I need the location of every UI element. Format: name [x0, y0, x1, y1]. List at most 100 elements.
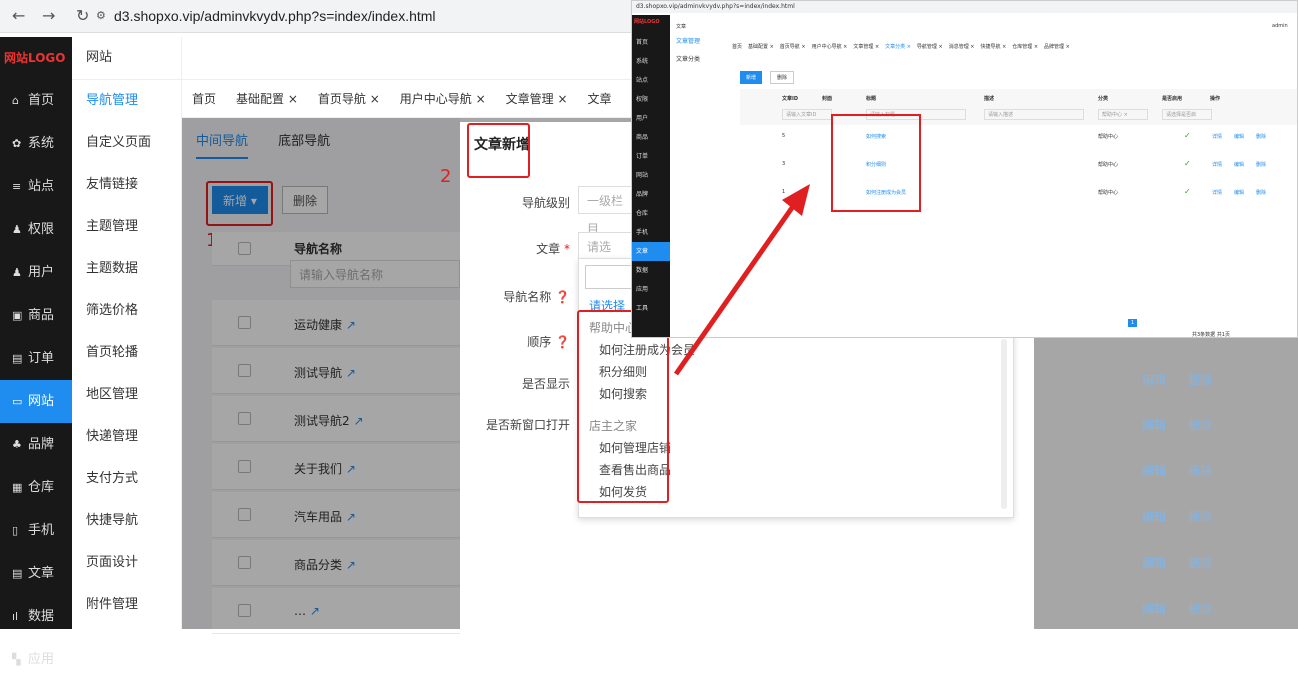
row-delete-button[interactable]: 删除	[1188, 508, 1212, 525]
row-edit-button[interactable]: 编辑	[1142, 554, 1166, 571]
inset-sidebar-item[interactable]: 用户	[632, 109, 670, 128]
submenu-item[interactable]: 快递管理	[72, 416, 181, 458]
level-select[interactable]: 一级栏目	[578, 186, 634, 236]
inset-sidebar-item[interactable]: 数据	[632, 261, 670, 280]
inset-row-action[interactable]: 详情	[1212, 133, 1222, 140]
enabled-check-icon[interactable]: ✓	[1184, 159, 1191, 168]
inset-row-action[interactable]: 删除	[1256, 189, 1266, 196]
inset-tab[interactable]: 首页导航 ×	[780, 44, 806, 50]
site-settings-icon[interactable]: ⚙	[96, 9, 106, 22]
inset-tab[interactable]: 文章管理 ×	[853, 44, 879, 50]
inset-sidebar-item[interactable]: 商品	[632, 128, 670, 147]
inset-sidebar-item[interactable]: 品牌	[632, 185, 670, 204]
row-delete-button[interactable]: 删除	[1188, 600, 1212, 617]
submenu-item[interactable]: 地区管理	[72, 374, 181, 416]
inset-submenu-item[interactable]: 文章分类	[670, 51, 726, 69]
dropdown-scrollbar[interactable]	[1001, 339, 1007, 509]
submenu-item[interactable]: 筛选价格	[72, 290, 181, 332]
inset-filter-id[interactable]: 请输入文章ID	[782, 109, 832, 120]
inset-sidebar-item[interactable]: 仓库	[632, 204, 670, 223]
inset-sidebar-item[interactable]: 工具	[632, 299, 670, 318]
inset-sidebar-item[interactable]: 订单	[632, 147, 670, 166]
inset-submenu-item[interactable]: 文章管理	[670, 33, 726, 51]
submenu-item[interactable]: 支付方式	[72, 458, 181, 500]
article-select[interactable]: 请选择...	[578, 232, 634, 282]
inset-row-action[interactable]: 删除	[1256, 133, 1266, 140]
inset-row-action[interactable]: 编辑	[1234, 133, 1244, 140]
inset-sidebar-item[interactable]: 系统	[632, 52, 670, 71]
submenu-item[interactable]: 首页轮播	[72, 332, 181, 374]
inset-sidebar-item[interactable]: 站点	[632, 71, 670, 90]
submenu-item[interactable]: 导航管理	[72, 80, 181, 122]
sidebar-item[interactable]: ▭ 网站	[0, 380, 72, 423]
inset-sidebar-item[interactable]: 应用	[632, 280, 670, 299]
page-tab[interactable]: 文章管理 ×	[496, 80, 578, 118]
row-delete-button[interactable]: 删除	[1188, 416, 1212, 433]
page-tab[interactable]: 用户中心导航 ×	[390, 80, 496, 118]
page-tab[interactable]: 首页导航 ×	[308, 80, 390, 118]
page-tab[interactable]: 基础配置 ×	[226, 80, 308, 118]
inset-row-action[interactable]: 删除	[1256, 161, 1266, 168]
inset-tab[interactable]: 快捷导航 ×	[980, 44, 1006, 50]
inset-sidebar-item[interactable]: 网站	[632, 166, 670, 185]
inset-tab[interactable]: 文章分类 ×	[885, 44, 911, 50]
inset-delete-button[interactable]: 删除	[770, 71, 795, 84]
submenu-item[interactable]: 页面设计	[72, 542, 181, 584]
address-bar[interactable]: d3.shopxo.vip/adminvkvydv.php?s=index/in…	[114, 8, 436, 24]
sidebar-item[interactable]: ♟ 用户	[0, 251, 72, 294]
sidebar-item[interactable]: ♣ 品牌	[0, 423, 72, 466]
sidebar-item[interactable]: ıl 数据	[0, 595, 72, 638]
inset-tab[interactable]: 品牌管理 ×	[1044, 44, 1070, 50]
sidebar-item[interactable]: ▤ 订单	[0, 337, 72, 380]
inset-tab[interactable]: 用户中心导航 ×	[812, 44, 848, 50]
sidebar-item[interactable]: ✿ 系统	[0, 122, 72, 165]
submenu-item[interactable]: 附件管理	[72, 584, 181, 626]
inset-sidebar-item[interactable]: 文章	[632, 242, 670, 261]
sidebar-item[interactable]: ≡ 站点	[0, 165, 72, 208]
back-icon[interactable]: ←	[12, 6, 25, 25]
inset-sidebar-item[interactable]: 首页	[632, 33, 670, 52]
sidebar-item[interactable]: ▤ 文章	[0, 552, 72, 595]
inset-tab[interactable]: 导航管理 ×	[917, 44, 943, 50]
inset-tab[interactable]: 基础配置 ×	[748, 44, 774, 50]
inset-add-button[interactable]: 新增	[740, 71, 763, 84]
row-edit-button[interactable]: 编辑	[1142, 371, 1166, 388]
inset-page-1[interactable]: 1	[1128, 319, 1138, 327]
forward-icon[interactable]: →	[42, 6, 55, 25]
row-edit-button[interactable]: 编辑	[1142, 416, 1166, 433]
row-edit-button[interactable]: 编辑	[1142, 462, 1166, 479]
inset-tab[interactable]: 仓库管理 ×	[1012, 44, 1038, 50]
inset-row-action[interactable]: 详情	[1212, 161, 1222, 168]
submenu-item[interactable]: 自定义页面	[72, 122, 181, 164]
inset-filter-desc[interactable]: 请输入描述	[984, 109, 1084, 120]
row-delete-button[interactable]: 删除	[1188, 462, 1212, 479]
inset-tab[interactable]: 首页	[732, 44, 742, 50]
page-tab[interactable]: 首页	[182, 80, 226, 118]
submenu-item[interactable]: 主题数据	[72, 248, 181, 290]
inset-row-action[interactable]: 编辑	[1234, 189, 1244, 196]
row-edit-button[interactable]: 编辑	[1142, 508, 1166, 525]
enabled-check-icon[interactable]: ✓	[1184, 187, 1191, 196]
page-tab[interactable]: 文章	[578, 80, 622, 118]
submenu-item[interactable]: 快捷导航	[72, 500, 181, 542]
sidebar-item[interactable]: ⌂ 首页	[0, 79, 72, 122]
inset-tab[interactable]: 消息管理 ×	[949, 44, 975, 50]
row-edit-button[interactable]: 编辑	[1142, 600, 1166, 617]
inset-sidebar-item[interactable]: 权限	[632, 90, 670, 109]
enabled-check-icon[interactable]: ✓	[1184, 131, 1191, 140]
sidebar-item[interactable]: ▯ 手机	[0, 509, 72, 552]
submenu-item[interactable]: 主题管理	[72, 206, 181, 248]
inset-row-action[interactable]: 详情	[1212, 189, 1222, 196]
sidebar-item[interactable]: ▦ 仓库	[0, 466, 72, 509]
sidebar-item[interactable]: ▚ 应用	[0, 638, 72, 681]
reload-icon[interactable]: ↻	[76, 6, 89, 25]
inset-row-action[interactable]: 编辑	[1234, 161, 1244, 168]
sidebar-item[interactable]: ▣ 商品	[0, 294, 72, 337]
submenu-item[interactable]: 友情链接	[72, 164, 181, 206]
inset-sidebar-item[interactable]: 手机	[632, 223, 670, 242]
inset-filter-enable[interactable]: 请选择是否启	[1162, 109, 1212, 120]
inset-filter-category[interactable]: 帮助中心 ×	[1098, 109, 1148, 120]
sidebar-item[interactable]: ♟ 权限	[0, 208, 72, 251]
row-delete-button[interactable]: 删除	[1188, 554, 1212, 571]
row-delete-button[interactable]: 删除	[1188, 371, 1212, 388]
